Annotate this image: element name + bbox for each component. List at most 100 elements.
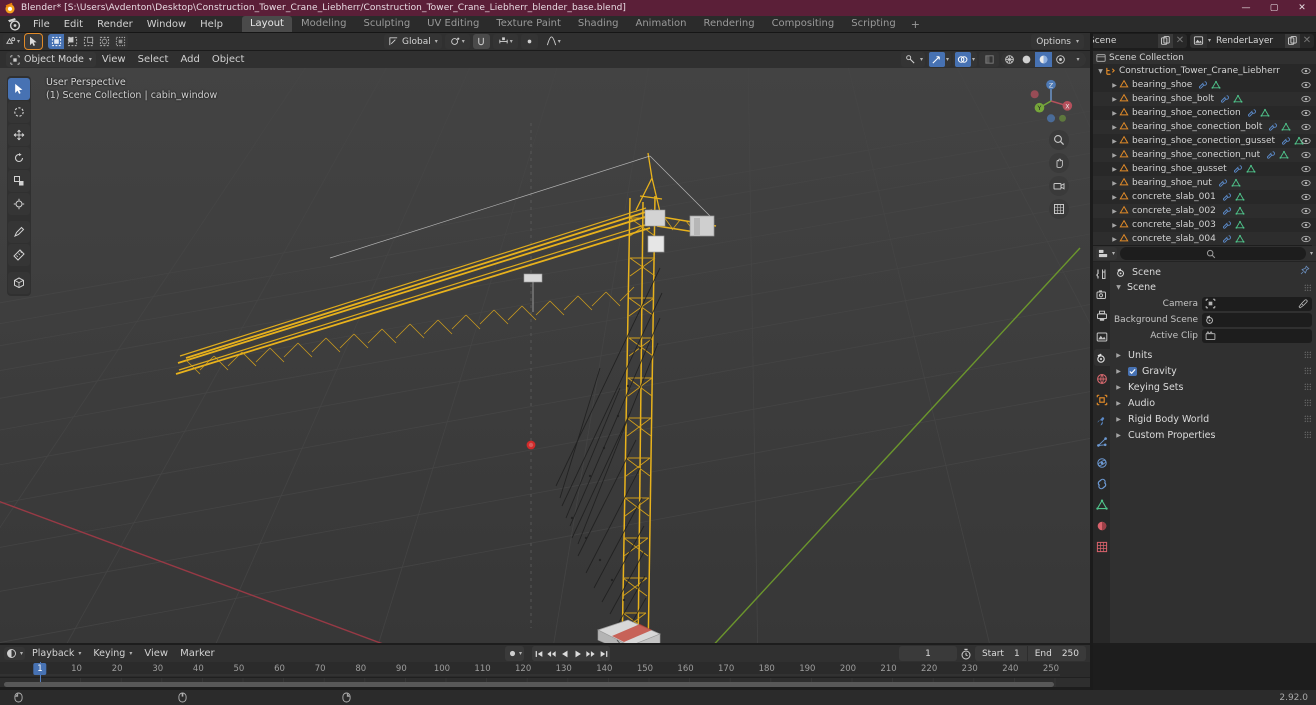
current-frame-field[interactable]: 1 xyxy=(898,646,957,661)
timeline-editor[interactable]: ▾ Playback ▾ Keying ▾ View Marker ▾ 1 St… xyxy=(0,645,1090,687)
scene-panel-header[interactable]: ▼ Scene xyxy=(1110,280,1316,295)
tab-texture[interactable] xyxy=(1094,538,1110,555)
tab-scripting[interactable]: Scripting xyxy=(843,16,903,32)
tab-uv-editing[interactable]: UV Editing xyxy=(419,16,487,32)
tool-move[interactable] xyxy=(8,124,30,146)
jump-to-start-button[interactable] xyxy=(532,646,546,661)
tool-select-box[interactable] xyxy=(8,101,30,123)
remove-viewlayer-button[interactable]: ✕ xyxy=(1300,34,1314,48)
properties-section-keying-sets[interactable]: ▶ Keying Sets xyxy=(1110,379,1316,395)
tab-constraints[interactable] xyxy=(1094,475,1110,492)
properties-editor[interactable]: ▾ ▾ Scene ▼ Scene Camera Background Scen… xyxy=(1093,246,1316,643)
object-mode-dropdown[interactable]: Object Mode ▾ xyxy=(6,52,96,67)
zoom-icon[interactable] xyxy=(1049,130,1069,150)
outliner-root-row[interactable]: ▼ Construction_Tower_Crane_Liebherr xyxy=(1093,64,1316,78)
section-disclosure-icon[interactable]: ▶ xyxy=(1114,380,1123,394)
pivot-point-dropdown[interactable]: ▾ xyxy=(444,34,470,49)
playhead-frame-badge[interactable]: 1 xyxy=(33,663,47,675)
camera-field[interactable] xyxy=(1202,296,1312,312)
mesh-data-icon[interactable] xyxy=(1211,80,1221,90)
timeline-menu-view[interactable]: View xyxy=(139,646,173,661)
mesh-data-icon[interactable] xyxy=(1231,178,1241,188)
tab-modeling[interactable]: Modeling xyxy=(293,16,355,32)
modifier-icon[interactable] xyxy=(1220,94,1230,104)
section-disclosure-icon[interactable]: ▶ xyxy=(1114,396,1123,410)
disclosure-triangle-icon[interactable]: ▶ xyxy=(1110,218,1119,232)
mesh-data-icon[interactable] xyxy=(1235,234,1245,244)
properties-section-rigid-body-world[interactable]: ▶ Rigid Body World xyxy=(1110,411,1316,427)
outliner-item-bearing-shoe-conection-bolt[interactable]: ▶ bearing_shoe_conection_bolt xyxy=(1093,120,1316,134)
editor-type-button[interactable]: ▾ xyxy=(3,34,23,49)
tab-object[interactable] xyxy=(1094,391,1110,408)
modifier-icon[interactable] xyxy=(1266,150,1276,160)
tab-world[interactable] xyxy=(1094,370,1110,387)
tool-add-cube[interactable] xyxy=(8,272,30,294)
outliner-item-bearing-shoe-conection-gusset[interactable]: ▶ bearing_shoe_conection_gusset xyxy=(1093,134,1316,148)
keying-dropdown[interactable]: Keying ▾ xyxy=(88,646,137,661)
outliner-item-bearing-shoe-nut[interactable]: ▶ bearing_shoe_nut xyxy=(1093,176,1316,190)
new-scene-button[interactable] xyxy=(1157,33,1173,48)
modifier-icon[interactable] xyxy=(1281,136,1291,146)
mesh-data-icon[interactable] xyxy=(1235,192,1245,202)
select-subtract-button[interactable] xyxy=(80,34,97,49)
blender-menu-icon[interactable] xyxy=(6,17,22,31)
timeline-menu-marker[interactable]: Marker xyxy=(175,646,220,661)
tool-transform[interactable] xyxy=(8,193,30,215)
visibility-eye-icon[interactable] xyxy=(1301,234,1311,245)
mesh-data-icon[interactable] xyxy=(1235,220,1245,230)
menu-help[interactable]: Help xyxy=(193,17,230,32)
outliner-item-bearing-shoe-conection[interactable]: ▶ bearing_shoe_conection xyxy=(1093,106,1316,120)
outliner-editor[interactable]: Scene Collection ▼ Construction_Tower_Cr… xyxy=(1093,51,1316,245)
modifier-icon[interactable] xyxy=(1222,234,1232,244)
viewport-menu-select[interactable]: Select xyxy=(132,52,175,67)
outliner-item-concrete-slab-004[interactable]: ▶ concrete_slab_004 xyxy=(1093,232,1316,245)
end-frame-field[interactable]: End 250 xyxy=(1026,646,1086,661)
viewport-menu-view[interactable]: View xyxy=(96,52,132,67)
tab-render[interactable] xyxy=(1094,286,1110,303)
mesh-data-icon[interactable] xyxy=(1235,206,1245,216)
modifier-icon[interactable] xyxy=(1247,108,1257,118)
mesh-data-icon[interactable] xyxy=(1281,122,1291,132)
transform-orientation-dropdown[interactable]: Global ▾ xyxy=(384,34,442,49)
disclosure-triangle-icon[interactable]: ▶ xyxy=(1110,204,1119,218)
snap-settings-dropdown[interactable]: ▾ xyxy=(492,34,518,49)
outliner-item-bearing-shoe-bolt[interactable]: ▶ bearing_shoe_bolt xyxy=(1093,92,1316,106)
unlink-scene-button[interactable]: ✕ xyxy=(1173,34,1187,48)
camera-view-icon[interactable] xyxy=(1049,176,1069,196)
tab-modifiers[interactable] xyxy=(1094,412,1110,429)
auto-keying-toggle[interactable]: ▾ xyxy=(505,646,525,661)
options-dropdown[interactable]: Options ▾ xyxy=(1031,34,1084,49)
disclosure-triangle-icon[interactable]: ▶ xyxy=(1110,162,1119,176)
properties-section-gravity[interactable]: ▶ Gravity xyxy=(1110,363,1316,379)
tab-texture-paint[interactable]: Texture Paint xyxy=(488,16,569,32)
disclosure-triangle-icon[interactable]: ▼ xyxy=(1096,64,1105,78)
xray-toggle[interactable] xyxy=(979,52,999,67)
tab-object-data[interactable] xyxy=(1094,496,1110,513)
modifier-icon[interactable] xyxy=(1233,164,1243,174)
disclosure-triangle-icon[interactable]: ▶ xyxy=(1110,148,1119,162)
viewlayer-selector[interactable]: ▾ RenderLayer ✕ xyxy=(1189,33,1314,48)
timeline-editor-type-button[interactable]: ▾ xyxy=(4,647,26,660)
tab-physics[interactable] xyxy=(1094,454,1110,471)
maximize-button[interactable]: ▢ xyxy=(1260,0,1288,16)
disclosure-triangle-icon[interactable]: ▶ xyxy=(1110,176,1119,190)
material-preview-button[interactable] xyxy=(1035,52,1052,67)
gizmo-icon[interactable] xyxy=(928,52,945,67)
pan-hand-icon[interactable] xyxy=(1049,153,1069,173)
minimize-button[interactable]: — xyxy=(1232,0,1260,16)
mesh-data-icon[interactable] xyxy=(1279,150,1289,160)
tab-view-layer[interactable] xyxy=(1094,328,1110,345)
eyedropper-icon[interactable] xyxy=(1298,298,1308,312)
outliner-item-concrete-slab-003[interactable]: ▶ concrete_slab_003 xyxy=(1093,218,1316,232)
xray-icon[interactable] xyxy=(981,52,997,67)
background-scene-field[interactable] xyxy=(1202,312,1312,327)
close-button[interactable]: ✕ xyxy=(1288,0,1316,16)
menu-render[interactable]: Render xyxy=(90,17,140,32)
snap-toggle-button[interactable] xyxy=(472,34,490,49)
outliner-editor-icon[interactable] xyxy=(1096,53,1106,63)
tool-measure[interactable] xyxy=(8,244,30,266)
disclosure-triangle-icon[interactable]: ▶ xyxy=(1110,78,1119,92)
mesh-data-icon[interactable] xyxy=(1260,108,1270,118)
disclosure-triangle-icon[interactable]: ▶ xyxy=(1110,92,1119,106)
tool-scale[interactable] xyxy=(8,170,30,192)
